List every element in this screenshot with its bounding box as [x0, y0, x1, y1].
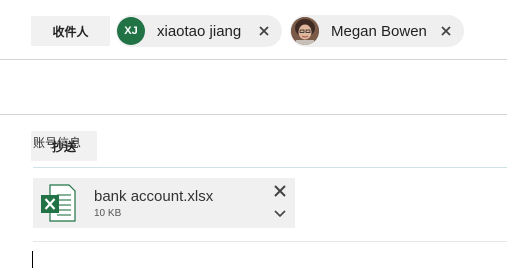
- text-cursor: [32, 251, 33, 268]
- avatar-initials: XJ: [124, 25, 138, 37]
- close-icon: [441, 26, 451, 36]
- divider: [33, 241, 507, 242]
- cc-row: 抄送: [0, 60, 507, 161]
- chevron-down-icon[interactable]: [273, 209, 287, 219]
- subject-field[interactable]: 账号信息: [33, 134, 81, 151]
- remove-recipient-button[interactable]: [438, 23, 454, 39]
- recipient-name: Megan Bowen: [331, 22, 427, 40]
- divider: [0, 114, 507, 115]
- close-icon: [259, 26, 269, 36]
- avatar-photo: [291, 17, 319, 45]
- recipient-chip-megan-bowen[interactable]: Megan Bowen: [290, 15, 464, 47]
- avatar: [291, 17, 319, 45]
- attachment-card[interactable]: bank account.xlsx 10 KB: [33, 178, 295, 228]
- message-body-editor[interactable]: [28, 245, 507, 268]
- recipient-name: xiaotao jiang: [157, 22, 242, 40]
- attachment-file-name: bank account.xlsx: [94, 188, 214, 205]
- avatar: XJ: [117, 17, 145, 45]
- excel-file-icon: [41, 184, 76, 222]
- divider: [33, 167, 507, 168]
- attachment-file-size: 10 KB: [94, 208, 122, 219]
- remove-recipient-button[interactable]: [256, 23, 272, 39]
- to-button[interactable]: 收件人: [31, 16, 110, 46]
- recipient-chip-xiaotao-jiang[interactable]: XJ xiaotao jiang: [116, 15, 282, 47]
- to-row: 收件人 XJ xiaotao jiang Megan Bowen: [0, 0, 507, 60]
- close-icon[interactable]: [273, 184, 287, 198]
